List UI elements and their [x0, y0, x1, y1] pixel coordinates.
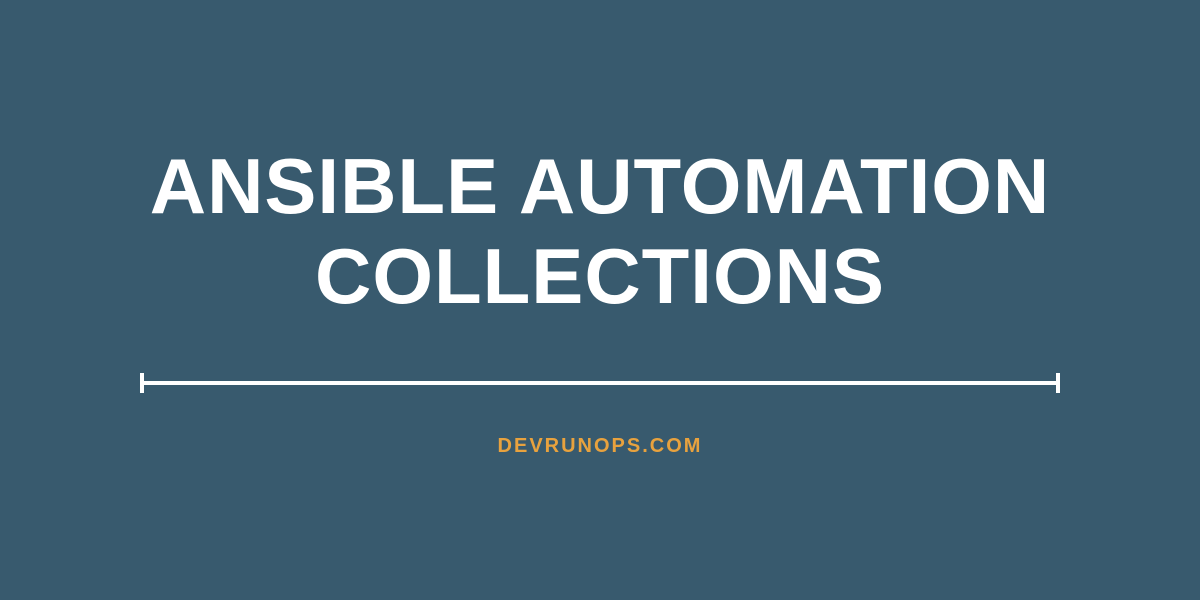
title-line-1: ANSIBLE AUTOMATION [150, 142, 1051, 230]
horizontal-divider [140, 381, 1060, 385]
title-line-2: COLLECTIONS [315, 232, 885, 320]
main-title: ANSIBLE AUTOMATION COLLECTIONS [150, 142, 1051, 321]
footer-url: DEVRUNOPS.COM [498, 435, 703, 458]
